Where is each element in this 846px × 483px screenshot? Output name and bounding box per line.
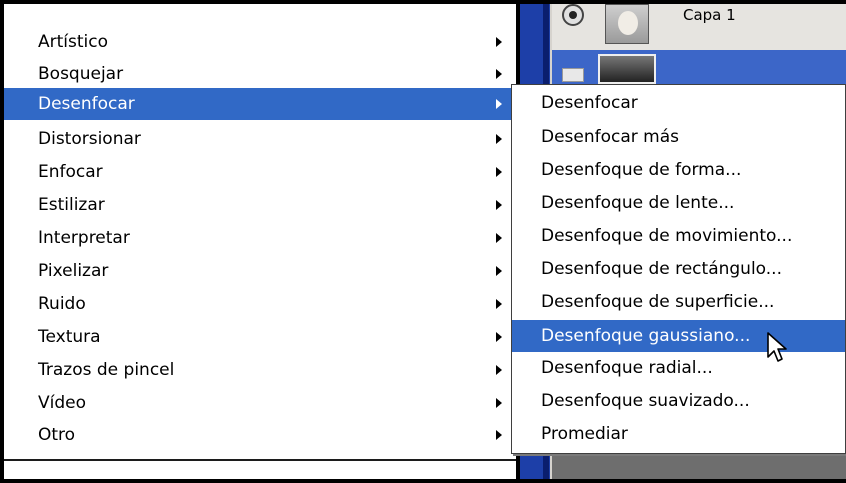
menu-item-textura[interactable]: Textura xyxy=(4,321,516,353)
submenu-arrow-icon xyxy=(496,99,502,109)
submenu-item-desenfoque-suavizado[interactable]: Desenfoque suavizado... xyxy=(512,385,845,417)
submenu-arrow-icon xyxy=(496,167,502,177)
submenu-item-label: Desenfoque suavizado... xyxy=(541,391,750,411)
submenu-item-label: Desenfoque de forma... xyxy=(541,160,742,180)
menu-item-label: Artístico xyxy=(38,32,109,52)
submenu-item-label: Desenfoque de movimiento... xyxy=(541,226,793,246)
layer-row-selected[interactable] xyxy=(552,50,846,84)
submenu-item-label: Desenfoque radial... xyxy=(541,358,713,378)
submenu-item-label: Desenfocar más xyxy=(541,127,680,147)
menu-item-label: Desenfocar xyxy=(38,94,135,114)
submenu-item-promediar[interactable]: Promediar xyxy=(512,418,845,450)
submenu-arrow-icon xyxy=(496,398,502,408)
layer-name: Capa 1 xyxy=(683,6,736,24)
layer-visibility-box[interactable] xyxy=(562,68,584,82)
menu-item-label: Estilizar xyxy=(38,195,105,215)
blur-submenu: Desenfocar Desenfocar más Desenfoque de … xyxy=(511,84,846,454)
submenu-arrow-icon xyxy=(496,134,502,144)
menu-item-label: Interpretar xyxy=(38,228,130,248)
menu-item-pixelizar[interactable]: Pixelizar xyxy=(4,255,516,287)
menu-item-bosquejar[interactable]: Bosquejar xyxy=(4,58,516,90)
submenu-arrow-icon xyxy=(496,233,502,243)
menu-item-ruido[interactable]: Ruido xyxy=(4,288,516,320)
submenu-item-desenfoque-forma[interactable]: Desenfoque de forma... xyxy=(512,154,845,186)
menu-item-label: Pixelizar xyxy=(38,261,109,281)
menu-item-label: Vídeo xyxy=(38,393,87,413)
submenu-arrow-icon xyxy=(496,332,502,342)
submenu-item-label: Desenfocar xyxy=(541,93,638,113)
submenu-item-desenfoque-superficie[interactable]: Desenfoque de superficie... xyxy=(512,286,845,318)
layer-thumbnail xyxy=(605,4,649,44)
submenu-arrow-icon xyxy=(496,365,502,375)
eye-icon[interactable] xyxy=(562,4,584,26)
menu-item-label: Ruido xyxy=(38,294,86,314)
menu-item-video[interactable]: Vídeo xyxy=(4,387,516,419)
menu-item-label: Otro xyxy=(38,425,76,445)
menu-bottom-strip xyxy=(4,459,516,479)
menu-item-label: Distorsionar xyxy=(38,129,141,149)
submenu-arrow-icon xyxy=(496,37,502,47)
submenu-item-label: Desenfoque de lente... xyxy=(541,193,735,213)
menu-item-label: Textura xyxy=(38,327,101,347)
submenu-item-desenfoque-rectangulo[interactable]: Desenfoque de rectángulo... xyxy=(512,253,845,285)
submenu-item-label: Promediar xyxy=(541,424,628,444)
submenu-arrow-icon xyxy=(496,69,502,79)
submenu-item-desenfocar-mas[interactable]: Desenfocar más xyxy=(512,121,845,153)
submenu-item-label: Desenfoque de rectángulo... xyxy=(541,259,782,279)
menu-item-artistico[interactable]: Artístico xyxy=(4,26,516,58)
menu-item-label: Enfocar xyxy=(38,162,103,182)
submenu-arrow-icon xyxy=(496,430,502,440)
menu-item-desenfocar[interactable]: Desenfocar xyxy=(4,88,516,120)
menu-item-interpretar[interactable]: Interpretar xyxy=(4,222,516,254)
submenu-item-desenfoque-movimiento[interactable]: Desenfoque de movimiento... xyxy=(512,220,845,252)
submenu-item-desenfoque-gaussiano[interactable]: Desenfoque gaussiano... xyxy=(512,320,845,352)
submenu-arrow-icon xyxy=(496,266,502,276)
submenu-item-label: Desenfoque gaussiano... xyxy=(541,326,751,346)
submenu-item-desenfoque-radial[interactable]: Desenfoque radial... xyxy=(512,352,845,384)
layer-thumbnail-dark xyxy=(598,54,656,84)
menu-item-distorsionar[interactable]: Distorsionar xyxy=(4,123,516,155)
mouse-pointer-icon xyxy=(767,332,787,362)
submenu-arrow-icon xyxy=(496,200,502,210)
menu-item-otro[interactable]: Otro xyxy=(4,419,516,451)
submenu-item-desenfoque-lente[interactable]: Desenfoque de lente... xyxy=(512,187,845,219)
submenu-item-desenfocar[interactable]: Desenfocar xyxy=(512,87,845,119)
menu-item-label: Trazos de pincel xyxy=(38,360,175,380)
submenu-arrow-icon xyxy=(496,299,502,309)
menu-item-estilizar[interactable]: Estilizar xyxy=(4,189,516,221)
menu-item-label: Bosquejar xyxy=(38,64,124,84)
menu-item-trazos-de-pincel[interactable]: Trazos de pincel xyxy=(4,354,516,386)
filter-menu: Artístico Bosquejar Desenfocar Distorsio… xyxy=(4,4,516,459)
menu-item-enfocar[interactable]: Enfocar xyxy=(4,156,516,188)
submenu-item-label: Desenfoque de superficie... xyxy=(541,292,775,312)
